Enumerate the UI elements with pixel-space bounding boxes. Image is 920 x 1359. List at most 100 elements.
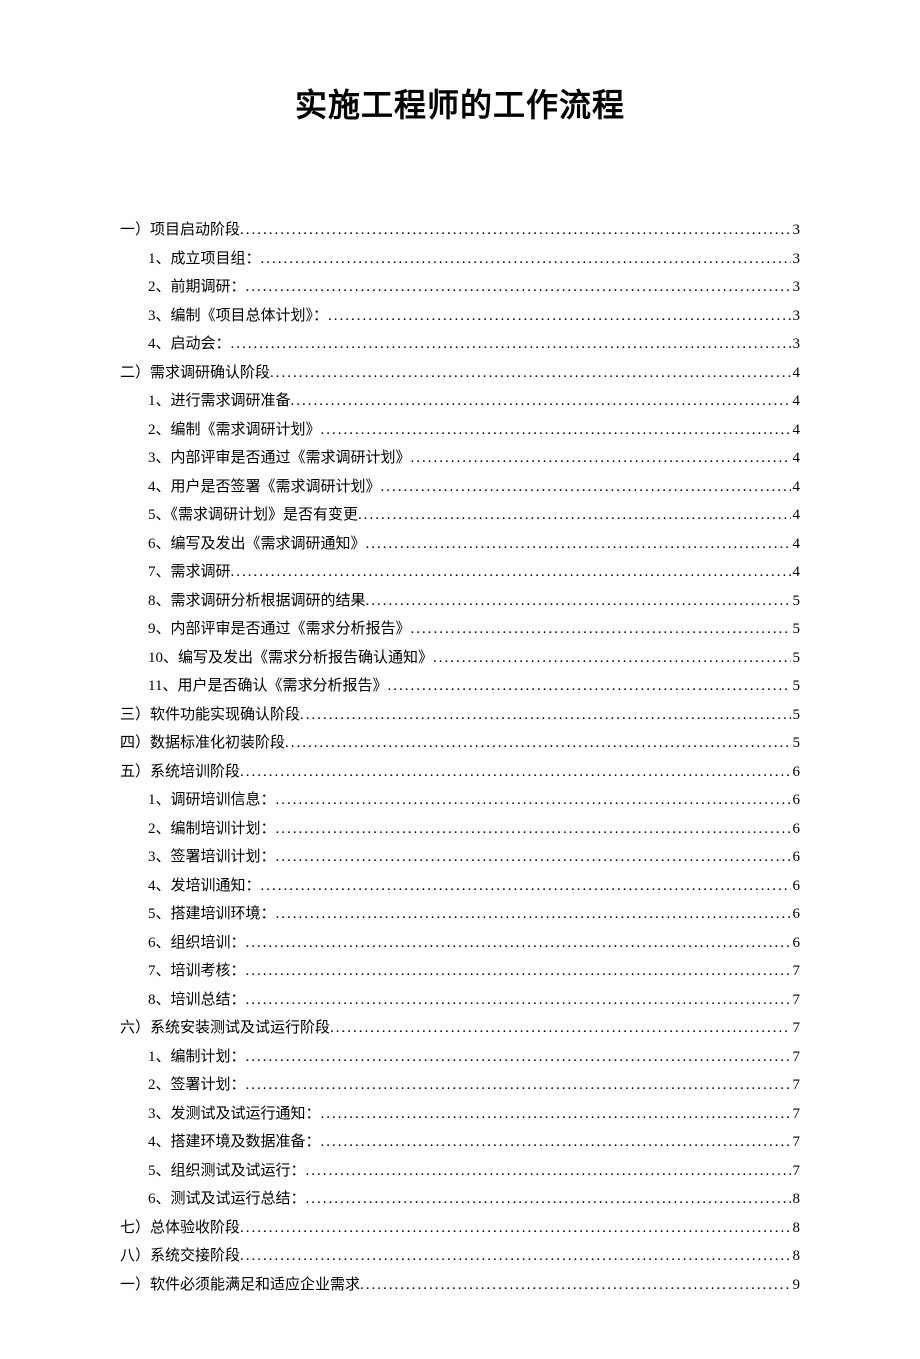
- toc-entry[interactable]: 四）数据标准化初装阶段5: [120, 729, 800, 758]
- toc-entry-page: 8: [791, 1242, 801, 1271]
- toc-entry-label: 五）系统培训阶段: [120, 758, 240, 787]
- toc-entry[interactable]: 4、用户是否签署《需求调研计划》4: [120, 473, 800, 502]
- toc-entry[interactable]: 五）系统培训阶段 6: [120, 758, 800, 787]
- toc-entry[interactable]: 八）系统交接阶段 8: [120, 1242, 800, 1271]
- toc-entry-page: 4: [791, 416, 801, 445]
- toc-entry-label: 二）需求调研确认阶段: [120, 359, 270, 388]
- toc-entry-page: 6: [791, 929, 801, 958]
- toc-entry-page: 5: [791, 701, 801, 730]
- toc-dot-leader: [276, 786, 791, 815]
- toc-entry-label: 2、编制培训计划：: [148, 815, 276, 844]
- toc-entry-page: 4: [791, 444, 801, 473]
- toc-entry-label: 1、编制计划：: [148, 1043, 246, 1072]
- toc-entry-page: 7: [791, 1100, 801, 1129]
- toc-dot-leader: [366, 587, 791, 616]
- toc-entry-page: 6: [791, 815, 801, 844]
- toc-entry[interactable]: 二）需求调研确认阶段4: [120, 359, 800, 388]
- toc-entry[interactable]: 2、前期调研：3: [120, 273, 800, 302]
- toc-entry-label: 3、内部评审是否通过《需求调研计划》: [148, 444, 411, 473]
- toc-dot-leader: [360, 1271, 790, 1300]
- toc-dot-leader: [321, 1128, 791, 1157]
- toc-dot-leader: [240, 216, 790, 245]
- toc-entry-page: 6: [791, 786, 801, 815]
- toc-entry[interactable]: 4、发培训通知：6: [120, 872, 800, 901]
- toc-dot-leader: [240, 1242, 790, 1271]
- toc-entry[interactable]: 7、需求调研4: [120, 558, 800, 587]
- toc-entry-page: 4: [791, 501, 801, 530]
- toc-entry-label: 9、内部评审是否通过《需求分析报告》: [148, 615, 411, 644]
- toc-entry[interactable]: 三）软件功能实现确认阶段5: [120, 701, 800, 730]
- toc-entry[interactable]: 11、用户是否确认《需求分析报告》5: [120, 672, 800, 701]
- toc-entry[interactable]: 3、发测试及试运行通知： 7: [120, 1100, 800, 1129]
- toc-entry-page: 4: [791, 558, 801, 587]
- toc-entry[interactable]: 一）软件必须能满足和适应企业需求9: [120, 1271, 800, 1300]
- toc-entry[interactable]: 5、组织测试及试运行：7: [120, 1157, 800, 1186]
- toc-entry-page: 5: [791, 587, 801, 616]
- toc-entry-label: 2、签署计划：: [148, 1071, 246, 1100]
- toc-entry[interactable]: 2、签署计划： 7: [120, 1071, 800, 1100]
- toc-dot-leader: [300, 701, 790, 730]
- toc-entry-page: 3: [791, 245, 801, 274]
- toc-entry-label: 3、签署培训计划：: [148, 843, 276, 872]
- toc-entry-page: 7: [791, 957, 801, 986]
- toc-entry-label: 一）项目启动阶段: [120, 216, 240, 245]
- toc-entry[interactable]: 1、编制计划：7: [120, 1043, 800, 1072]
- toc-entry-page: 5: [791, 644, 801, 673]
- toc-dot-leader: [231, 558, 791, 587]
- toc-dot-leader: [411, 444, 791, 473]
- toc-entry-page: 8: [791, 1185, 801, 1214]
- toc-entry[interactable]: 一）项目启动阶段 3: [120, 216, 800, 245]
- toc-entry[interactable]: 1、调研培训信息：6: [120, 786, 800, 815]
- toc-entry-label: 4、用户是否签署《需求调研计划》: [148, 473, 381, 502]
- toc-entry[interactable]: 6、测试及试运行总结：8: [120, 1185, 800, 1214]
- toc-entry-page: 6: [791, 758, 801, 787]
- toc-entry[interactable]: 2、编制培训计划： 6: [120, 815, 800, 844]
- toc-entry[interactable]: 3、签署培训计划： 6: [120, 843, 800, 872]
- toc-dot-leader: [246, 957, 791, 986]
- toc-entry-page: 9: [791, 1271, 801, 1300]
- toc-entry[interactable]: 2、编制《需求调研计划》4: [120, 416, 800, 445]
- toc-entry[interactable]: 6、编写及发出《需求调研通知》 4: [120, 530, 800, 559]
- toc-entry[interactable]: 5、搭建培训环境：6: [120, 900, 800, 929]
- toc-entry-page: 5: [791, 615, 801, 644]
- toc-entry[interactable]: 1、进行需求调研准备4: [120, 387, 800, 416]
- toc-dot-leader: [381, 473, 791, 502]
- toc-entry[interactable]: 9、内部评审是否通过《需求分析报告》 5: [120, 615, 800, 644]
- toc-entry[interactable]: 4、搭建环境及数据准备：7: [120, 1128, 800, 1157]
- toc-entry-page: 3: [791, 216, 801, 245]
- toc-entry[interactable]: 10、编写及发出《需求分析报告确认通知》 5: [120, 644, 800, 673]
- toc-entry[interactable]: 3、内部评审是否通过《需求调研计划》 4: [120, 444, 800, 473]
- toc-entry-label: 六）系统安装测试及试运行阶段: [120, 1014, 330, 1043]
- toc-entry-label: 2、前期调研：: [148, 273, 246, 302]
- toc-dot-leader: [330, 1014, 790, 1043]
- toc-entry[interactable]: 3、编制《项目总体计划》：3: [120, 302, 800, 331]
- toc-entry[interactable]: 5、《需求调研计划》是否有变更4: [120, 501, 800, 530]
- toc-dot-leader: [240, 1214, 790, 1243]
- toc-entry[interactable]: 1、成立项目组：3: [120, 245, 800, 274]
- toc-entry[interactable]: 六）系统安装测试及试运行阶段 7: [120, 1014, 800, 1043]
- toc-entry-label: 八）系统交接阶段: [120, 1242, 240, 1271]
- toc-entry-label: 6、编写及发出《需求调研通知》: [148, 530, 366, 559]
- toc-entry-page: 3: [791, 330, 801, 359]
- toc-entry-page: 5: [791, 729, 801, 758]
- toc-entry[interactable]: 8、需求调研分析根据调研的结果5: [120, 587, 800, 616]
- toc-entry-label: 4、启动会：: [148, 330, 231, 359]
- toc-entry-label: 3、发测试及试运行通知：: [148, 1100, 321, 1129]
- toc-dot-leader: [261, 872, 791, 901]
- toc-dot-leader: [306, 1157, 791, 1186]
- toc-entry[interactable]: 6、组织培训：6: [120, 929, 800, 958]
- toc-dot-leader: [306, 1185, 791, 1214]
- toc-entry[interactable]: 8、培训总结：7: [120, 986, 800, 1015]
- toc-dot-leader: [321, 416, 791, 445]
- toc-entry-label: 10、编写及发出《需求分析报告确认通知》: [148, 644, 433, 673]
- toc-entry-page: 8: [791, 1214, 801, 1243]
- toc-entry-page: 7: [791, 1014, 801, 1043]
- toc-entry-page: 7: [791, 1071, 801, 1100]
- toc-dot-leader: [366, 530, 791, 559]
- toc-entry-label: 5、搭建培训环境：: [148, 900, 276, 929]
- toc-entry-page: 6: [791, 843, 801, 872]
- toc-entry[interactable]: 七）总体验收阶段8: [120, 1214, 800, 1243]
- toc-entry[interactable]: 4、启动会： 3: [120, 330, 800, 359]
- toc-entry-page: 4: [791, 530, 801, 559]
- toc-entry[interactable]: 7、培训考核：7: [120, 957, 800, 986]
